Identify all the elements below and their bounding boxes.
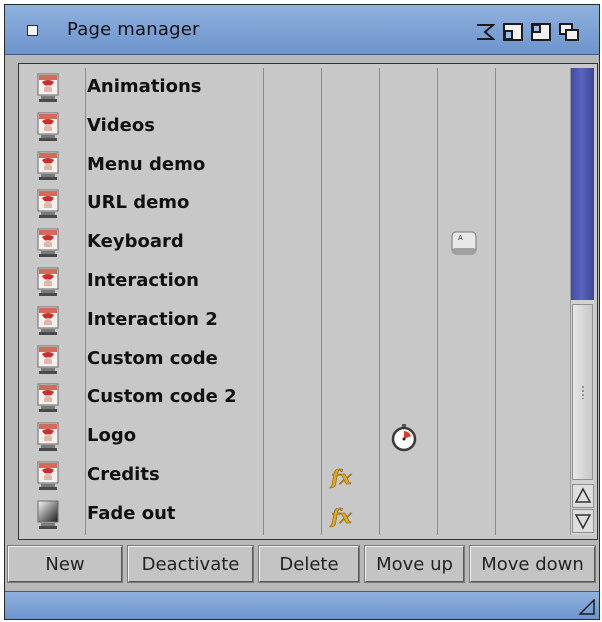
page-name: Credits: [87, 464, 160, 485]
deactivate-button[interactable]: Deactivate: [128, 546, 253, 582]
keyboard-icon[interactable]: A: [449, 228, 479, 258]
status-bar: [5, 591, 599, 619]
fx-icon[interactable]: fx: [329, 500, 359, 530]
fx-icon[interactable]: fx: [329, 461, 359, 491]
scroll-down-button[interactable]: [572, 509, 594, 533]
page-thumbnail-icon: [37, 73, 59, 103]
page-name: Interaction 2: [87, 308, 218, 330]
new-button[interactable]: New: [8, 546, 122, 582]
page-name: Custom code: [87, 347, 218, 369]
page-row[interactable]: Custom code: [23, 340, 567, 379]
page-row[interactable]: Fade out fx: [23, 495, 567, 534]
page-name: Menu demo: [87, 153, 206, 175]
depth-icon[interactable]: [559, 23, 579, 41]
window-title: Page manager: [67, 19, 200, 40]
timer-icon[interactable]: [389, 422, 419, 452]
scroll-thumb[interactable]: [572, 304, 593, 480]
iconify-icon[interactable]: [475, 23, 495, 41]
svg-text:fx: fx: [329, 504, 353, 528]
page-thumbnail-icon: [37, 306, 59, 336]
page-row[interactable]: Keyboard A: [23, 223, 567, 262]
arrow-down-icon: [574, 514, 592, 530]
page-thumbnail-icon: [37, 345, 59, 375]
page-manager-window: Page manager Animations Videos Menu demo…: [4, 4, 600, 620]
title-bar[interactable]: Page manager: [5, 5, 599, 55]
grip-icon: [581, 385, 585, 399]
page-thumbnail-icon: [37, 151, 59, 181]
page-row[interactable]: Interaction: [23, 262, 567, 301]
page-row[interactable]: Menu demo: [23, 146, 567, 185]
page-thumbnail-icon: [37, 267, 59, 297]
page-name: Animations: [87, 76, 202, 97]
page-row[interactable]: Credits fx: [23, 456, 567, 495]
page-row[interactable]: Interaction 2: [23, 301, 567, 340]
page-row[interactable]: Logo: [23, 417, 567, 456]
page-thumbnail-icon: [37, 461, 59, 491]
button-bar: New Deactivate Delete Move up Move down: [5, 545, 599, 583]
page-name: Custom code 2: [87, 386, 237, 408]
scroll-up-button[interactable]: [572, 484, 594, 508]
page-row[interactable]: URL demo: [23, 184, 567, 223]
page-thumbnail-icon: [37, 228, 59, 258]
page-name: Logo: [87, 425, 137, 447]
delete-button[interactable]: Delete: [259, 546, 359, 582]
page-list-frame: Animations Videos Menu demo URL demo Key…: [18, 63, 598, 540]
zoom-icon[interactable]: [503, 23, 523, 41]
scroll-track[interactable]: [571, 68, 594, 300]
page-thumbnail-icon: [37, 422, 59, 452]
page-name: Interaction: [87, 270, 199, 291]
page-name: Keyboard: [87, 231, 184, 253]
svg-text:A: A: [458, 234, 463, 242]
page-name: Fade out: [87, 502, 176, 524]
resize-icon[interactable]: [579, 599, 595, 615]
svg-text:fx: fx: [329, 465, 353, 489]
page-row[interactable]: Custom code 2: [23, 378, 567, 417]
gradient-thumbnail-icon: [37, 500, 59, 530]
page-list[interactable]: Animations Videos Menu demo URL demo Key…: [23, 68, 567, 535]
move-up-button[interactable]: Move up: [365, 546, 464, 582]
close-icon[interactable]: [27, 25, 38, 36]
page-row[interactable]: Videos: [23, 107, 567, 146]
arrow-up-icon: [574, 487, 592, 503]
page-thumbnail-icon: [37, 189, 59, 219]
move-down-button[interactable]: Move down: [470, 546, 595, 582]
page-name: Videos: [87, 114, 155, 136]
page-thumbnail-icon: [37, 383, 59, 413]
page-thumbnail-icon: [37, 112, 59, 142]
page-name: URL demo: [87, 192, 190, 214]
page-row[interactable]: Animations: [23, 68, 567, 107]
maximize-icon[interactable]: [531, 23, 551, 41]
vertical-scrollbar[interactable]: [570, 68, 594, 535]
